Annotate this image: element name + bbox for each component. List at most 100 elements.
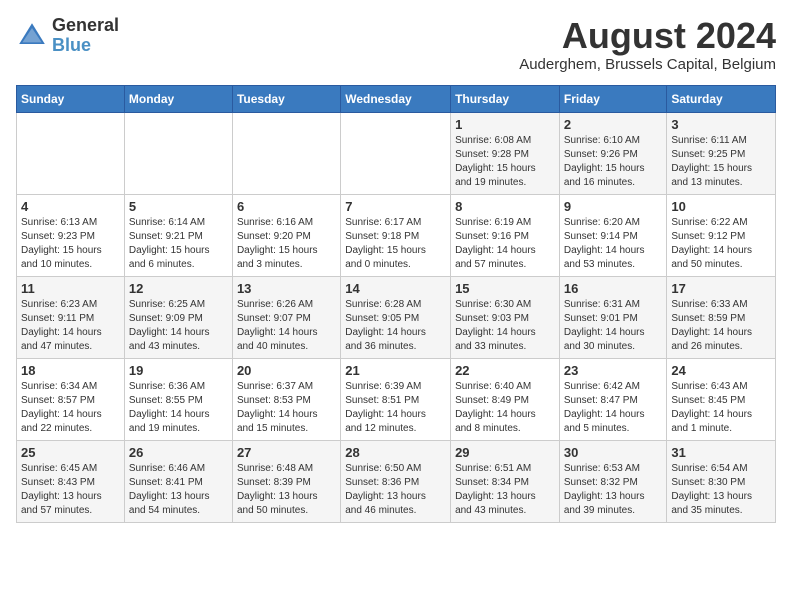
calendar-cell: 3 Sunrise: 6:11 AM Sunset: 9:25 PM Daylig… — [667, 112, 776, 194]
day-info: Sunrise: 6:23 AM Sunset: 9:11 PM Dayligh… — [21, 298, 120, 354]
day-number: 27 — [237, 445, 336, 460]
calendar-cell: 23Sunrise: 6:42 AM Sunset: 8:47 PM Dayli… — [559, 358, 667, 440]
day-info: Sunrise: 6:37 AM Sunset: 8:53 PM Dayligh… — [237, 380, 336, 436]
day-number: 20 — [237, 363, 336, 378]
calendar-cell: 8 Sunrise: 6:19 AM Sunset: 9:16 PM Daylig… — [451, 194, 560, 276]
day-number: 13 — [237, 281, 336, 296]
day-number: 26 — [129, 445, 228, 460]
day-number: 1 — [455, 117, 555, 132]
day-number: 11 — [21, 281, 120, 296]
day-info: Sunrise: 6:45 AM Sunset: 8:43 PM Dayligh… — [21, 462, 120, 518]
day-number: 28 — [345, 445, 446, 460]
day-info: Sunrise: 6:14 AM Sunset: 9:21 PM Dayligh… — [129, 216, 228, 272]
day-number: 8 — [455, 199, 555, 214]
day-info: Sunrise: 6:43 AM Sunset: 8:45 PM Dayligh… — [671, 380, 771, 436]
day-number: 22 — [455, 363, 555, 378]
calendar-cell: 5 Sunrise: 6:14 AM Sunset: 9:21 PM Daylig… — [124, 194, 232, 276]
calendar-cell: 17 Sunrise: 6:33 AM Sunset: 8:59 PM Dayli… — [667, 276, 776, 358]
calendar-cell: 31 Sunrise: 6:54 AM Sunset: 8:30 PM Dayli… — [667, 440, 776, 522]
day-number: 10 — [671, 199, 771, 214]
title-block: August 2024 Auderghem, Brussels Capital,… — [519, 16, 776, 73]
calendar-body: 1 Sunrise: 6:08 AM Sunset: 9:28 PM Daylig… — [17, 112, 776, 522]
calendar-cell: 2 Sunrise: 6:10 AM Sunset: 9:26 PM Daylig… — [559, 112, 667, 194]
day-number: 12 — [129, 281, 228, 296]
day-info: Sunrise: 6:28 AM Sunset: 9:05 PM Dayligh… — [345, 298, 446, 354]
day-number: 5 — [129, 199, 228, 214]
day-info: Sunrise: 6:13 AM Sunset: 9:23 PM Dayligh… — [21, 216, 120, 272]
day-number: 31 — [671, 445, 771, 460]
calendar-cell: 9 Sunrise: 6:20 AM Sunset: 9:14 PM Daylig… — [559, 194, 667, 276]
calendar-cell: 10 Sunrise: 6:22 AM Sunset: 9:12 PM Dayli… — [667, 194, 776, 276]
day-info: Sunrise: 6:08 AM Sunset: 9:28 PM Dayligh… — [455, 134, 555, 190]
logo-general: General — [52, 15, 119, 35]
calendar-cell: 12 Sunrise: 6:25 AM Sunset: 9:09 PM Dayli… — [124, 276, 232, 358]
column-header-wednesday: Wednesday — [341, 85, 451, 112]
calendar-cell: 21 Sunrise: 6:39 AM Sunset: 8:51 PM Dayli… — [341, 358, 451, 440]
week-row-2: 11 Sunrise: 6:23 AM Sunset: 9:11 PM Dayli… — [17, 276, 776, 358]
calendar-cell: 22Sunrise: 6:40 AM Sunset: 8:49 PM Dayli… — [451, 358, 560, 440]
day-number: 17 — [671, 281, 771, 296]
calendar-cell: 6 Sunrise: 6:16 AM Sunset: 9:20 PM Daylig… — [232, 194, 340, 276]
logo-text: General Blue — [52, 16, 119, 56]
day-number: 21 — [345, 363, 446, 378]
column-header-friday: Friday — [559, 85, 667, 112]
calendar-cell: 28 Sunrise: 6:50 AM Sunset: 8:36 PM Dayli… — [341, 440, 451, 522]
day-info: Sunrise: 6:34 AM Sunset: 8:57 PM Dayligh… — [21, 380, 120, 436]
day-number: 29 — [455, 445, 555, 460]
day-number: 6 — [237, 199, 336, 214]
calendar-cell: 19Sunrise: 6:36 AM Sunset: 8:55 PM Dayli… — [124, 358, 232, 440]
day-info: Sunrise: 6:22 AM Sunset: 9:12 PM Dayligh… — [671, 216, 771, 272]
calendar-header: SundayMondayTuesdayWednesdayThursdayFrid… — [17, 85, 776, 112]
calendar-cell: 24Sunrise: 6:43 AM Sunset: 8:45 PM Dayli… — [667, 358, 776, 440]
header-row: SundayMondayTuesdayWednesdayThursdayFrid… — [17, 85, 776, 112]
calendar-cell: 18Sunrise: 6:34 AM Sunset: 8:57 PM Dayli… — [17, 358, 125, 440]
calendar-cell: 11 Sunrise: 6:23 AM Sunset: 9:11 PM Dayli… — [17, 276, 125, 358]
day-info: Sunrise: 6:26 AM Sunset: 9:07 PM Dayligh… — [237, 298, 336, 354]
logo-icon — [16, 20, 48, 52]
month-year: August 2024 — [519, 16, 776, 56]
day-info: Sunrise: 6:11 AM Sunset: 9:25 PM Dayligh… — [671, 134, 771, 190]
day-info: Sunrise: 6:19 AM Sunset: 9:16 PM Dayligh… — [455, 216, 555, 272]
calendar-cell: 1 Sunrise: 6:08 AM Sunset: 9:28 PM Daylig… — [451, 112, 560, 194]
day-info: Sunrise: 6:30 AM Sunset: 9:03 PM Dayligh… — [455, 298, 555, 354]
day-number: 23 — [564, 363, 663, 378]
day-info: Sunrise: 6:16 AM Sunset: 9:20 PM Dayligh… — [237, 216, 336, 272]
day-info: Sunrise: 6:54 AM Sunset: 8:30 PM Dayligh… — [671, 462, 771, 518]
day-number: 15 — [455, 281, 555, 296]
day-info: Sunrise: 6:53 AM Sunset: 8:32 PM Dayligh… — [564, 462, 663, 518]
day-number: 4 — [21, 199, 120, 214]
location: Auderghem, Brussels Capital, Belgium — [519, 56, 776, 73]
day-info: Sunrise: 6:33 AM Sunset: 8:59 PM Dayligh… — [671, 298, 771, 354]
day-info: Sunrise: 6:50 AM Sunset: 8:36 PM Dayligh… — [345, 462, 446, 518]
day-number: 7 — [345, 199, 446, 214]
calendar-cell: 29 Sunrise: 6:51 AM Sunset: 8:34 PM Dayli… — [451, 440, 560, 522]
week-row-0: 1 Sunrise: 6:08 AM Sunset: 9:28 PM Daylig… — [17, 112, 776, 194]
day-number: 3 — [671, 117, 771, 132]
day-number: 25 — [21, 445, 120, 460]
calendar-cell — [341, 112, 451, 194]
calendar-cell: 13 Sunrise: 6:26 AM Sunset: 9:07 PM Dayli… — [232, 276, 340, 358]
week-row-4: 25 Sunrise: 6:45 AM Sunset: 8:43 PM Dayli… — [17, 440, 776, 522]
day-info: Sunrise: 6:48 AM Sunset: 8:39 PM Dayligh… — [237, 462, 336, 518]
calendar-cell: 27 Sunrise: 6:48 AM Sunset: 8:39 PM Dayli… — [232, 440, 340, 522]
calendar-cell — [17, 112, 125, 194]
day-info: Sunrise: 6:25 AM Sunset: 9:09 PM Dayligh… — [129, 298, 228, 354]
column-header-saturday: Saturday — [667, 85, 776, 112]
day-info: Sunrise: 6:31 AM Sunset: 9:01 PM Dayligh… — [564, 298, 663, 354]
calendar-cell: 30Sunrise: 6:53 AM Sunset: 8:32 PM Dayli… — [559, 440, 667, 522]
day-number: 9 — [564, 199, 663, 214]
column-header-monday: Monday — [124, 85, 232, 112]
calendar-cell: 16 Sunrise: 6:31 AM Sunset: 9:01 PM Dayli… — [559, 276, 667, 358]
day-info: Sunrise: 6:10 AM Sunset: 9:26 PM Dayligh… — [564, 134, 663, 190]
calendar-cell: 14 Sunrise: 6:28 AM Sunset: 9:05 PM Dayli… — [341, 276, 451, 358]
day-info: Sunrise: 6:39 AM Sunset: 8:51 PM Dayligh… — [345, 380, 446, 436]
day-number: 2 — [564, 117, 663, 132]
day-number: 16 — [564, 281, 663, 296]
day-number: 14 — [345, 281, 446, 296]
day-info: Sunrise: 6:51 AM Sunset: 8:34 PM Dayligh… — [455, 462, 555, 518]
day-info: Sunrise: 6:36 AM Sunset: 8:55 PM Dayligh… — [129, 380, 228, 436]
day-info: Sunrise: 6:46 AM Sunset: 8:41 PM Dayligh… — [129, 462, 228, 518]
calendar-cell — [232, 112, 340, 194]
day-info: Sunrise: 6:17 AM Sunset: 9:18 PM Dayligh… — [345, 216, 446, 272]
day-info: Sunrise: 6:20 AM Sunset: 9:14 PM Dayligh… — [564, 216, 663, 272]
